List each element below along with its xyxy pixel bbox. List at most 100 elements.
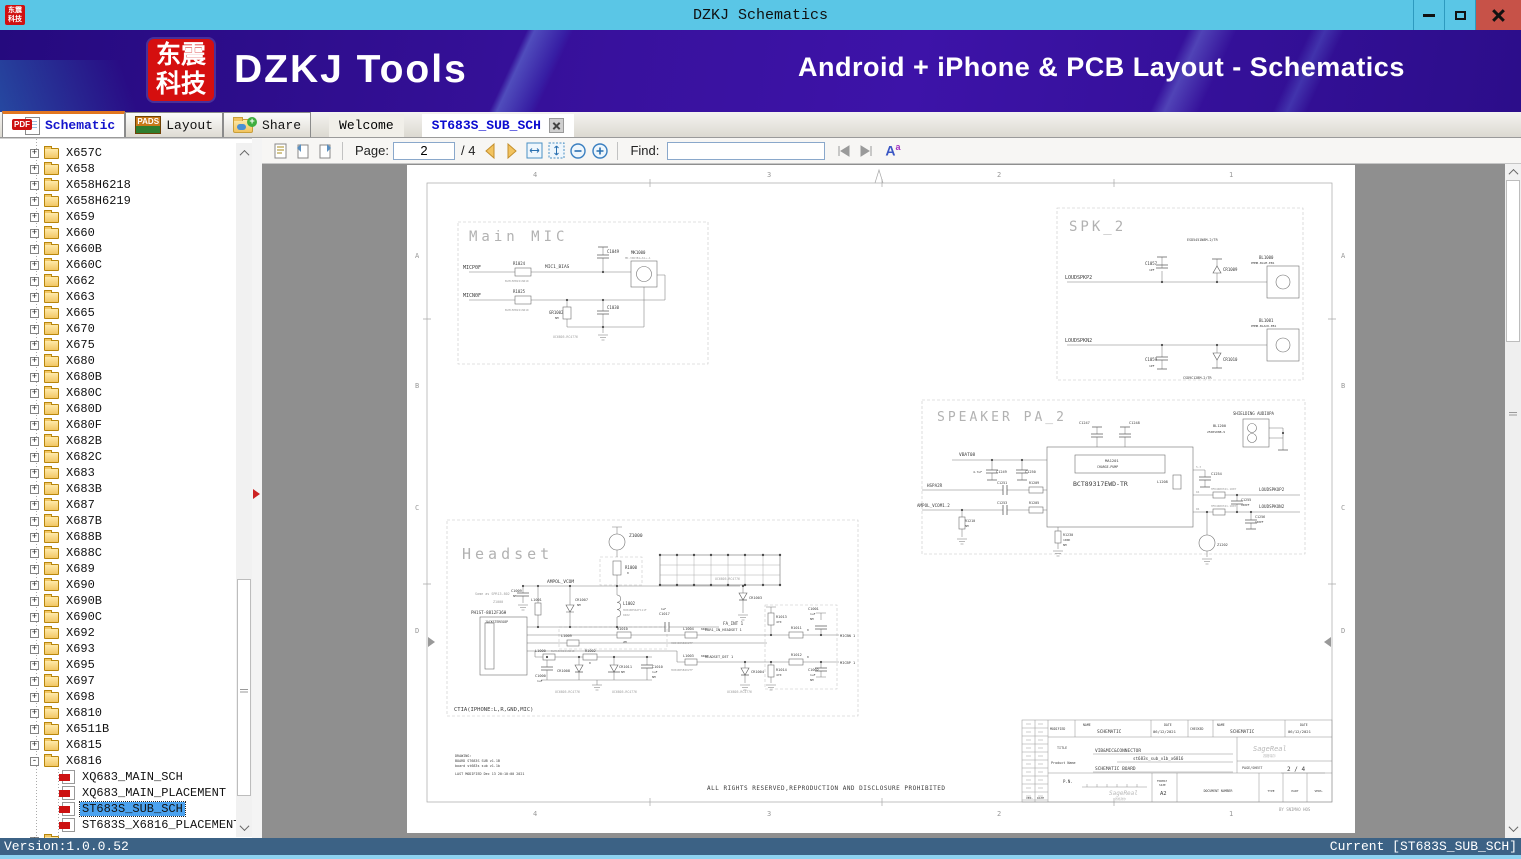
- find-input[interactable]: [667, 141, 826, 160]
- tree-expander-icon[interactable]: +: [30, 548, 39, 558]
- tree-expander-icon[interactable]: +: [30, 644, 39, 654]
- tree-expander-icon[interactable]: -: [30, 756, 39, 766]
- font-settings-icon[interactable]: Aa: [885, 142, 900, 159]
- tree-item[interactable]: + X662: [0, 273, 236, 289]
- tree-item[interactable]: + X663: [0, 289, 236, 305]
- tree-item[interactable]: + X682C: [0, 449, 236, 465]
- tree-expander-icon[interactable]: +: [30, 260, 39, 270]
- tree-expander-icon[interactable]: +: [30, 404, 39, 414]
- tree-item[interactable]: + X658H6218: [0, 177, 236, 193]
- tree-scrollbar-thumb[interactable]: [237, 579, 251, 796]
- tree-item[interactable]: + X692: [0, 625, 236, 641]
- tree-expander-icon[interactable]: +: [30, 580, 39, 590]
- tree-item[interactable]: ST683S_SUB_SCH: [0, 801, 236, 817]
- close-button[interactable]: [1475, 0, 1521, 30]
- fit-page-button[interactable]: [545, 140, 567, 162]
- tree-expander-icon[interactable]: +: [30, 372, 39, 382]
- tree-expander-icon[interactable]: +: [30, 180, 39, 190]
- tree-expander-icon[interactable]: +: [30, 324, 39, 334]
- tree-expander-icon[interactable]: +: [30, 356, 39, 366]
- tree-expander-icon[interactable]: +: [30, 596, 39, 606]
- panel-splitter[interactable]: [252, 138, 262, 838]
- tree-item[interactable]: + X6810: [0, 705, 236, 721]
- tree-expander-icon[interactable]: +: [30, 212, 39, 222]
- tree-expander-icon[interactable]: +: [30, 292, 39, 302]
- tab-schematic[interactable]: PDF Schematic: [2, 111, 126, 137]
- previous-page-button[interactable]: [479, 140, 501, 162]
- tree-item[interactable]: + X697: [0, 673, 236, 689]
- tree-item[interactable]: + X689: [0, 561, 236, 577]
- tree-expander-icon[interactable]: +: [30, 468, 39, 478]
- tree-item[interactable]: + X690C: [0, 609, 236, 625]
- tab-welcome[interactable]: Welcome: [329, 114, 404, 137]
- tree-item[interactable]: XQ683_MAIN_PLACEMENT: [0, 785, 236, 801]
- tree-item[interactable]: + X683: [0, 465, 236, 481]
- tree-expander-icon[interactable]: +: [30, 692, 39, 702]
- fit-width-button[interactable]: [523, 140, 545, 162]
- tree-expander-icon[interactable]: +: [30, 740, 39, 750]
- tree-expander-icon[interactable]: +: [30, 452, 39, 462]
- tree-expander-icon[interactable]: +: [30, 724, 39, 734]
- tree-expander-icon[interactable]: +: [30, 276, 39, 286]
- tab-share[interactable]: + Share: [223, 112, 312, 137]
- tree-item[interactable]: + X693: [0, 641, 236, 657]
- tab-close-icon[interactable]: [548, 118, 564, 133]
- zoom-in-button[interactable]: [589, 140, 611, 162]
- tree-expander-icon[interactable]: +: [30, 676, 39, 686]
- tree-item[interactable]: + X690B: [0, 593, 236, 609]
- tree-scroll-down-icon[interactable]: [236, 819, 252, 835]
- tree-item[interactable]: XQ683_MAIN_SCH: [0, 769, 236, 785]
- tree-expander-icon[interactable]: +: [30, 532, 39, 542]
- tree-item[interactable]: + X6815: [0, 737, 236, 753]
- tree-expander-icon[interactable]: +: [30, 164, 39, 174]
- tree-item[interactable]: + X687: [0, 497, 236, 513]
- tree-expander-icon[interactable]: +: [30, 308, 39, 318]
- tree-item[interactable]: - X6816: [0, 753, 236, 769]
- tree-expander-icon[interactable]: +: [30, 244, 39, 254]
- tree-expander-icon[interactable]: +: [30, 612, 39, 622]
- tree-item[interactable]: + X658: [0, 161, 236, 177]
- tree-expander-icon[interactable]: +: [30, 196, 39, 206]
- tree-scroll-up-icon[interactable]: [236, 145, 252, 161]
- tree-item[interactable]: + X660: [0, 225, 236, 241]
- pdf-viewer[interactable]: 4 3 2 1 4 3 2 1 A B C D A B C D Main MIC MICP0F MICN0F R102…: [262, 164, 1521, 838]
- page-number-input[interactable]: [392, 141, 455, 160]
- tree-item[interactable]: + X682B: [0, 433, 236, 449]
- tree-item[interactable]: + X687B: [0, 513, 236, 529]
- tree-item[interactable]: + X680F: [0, 417, 236, 433]
- tree-item[interactable]: + X680: [0, 353, 236, 369]
- tree-expander-icon[interactable]: +: [30, 228, 39, 238]
- tree-item[interactable]: + X659: [0, 209, 236, 225]
- tree-item[interactable]: ST683S_X6816_PLACEMENT: [0, 817, 240, 833]
- viewer-scroll-down-icon[interactable]: [1505, 820, 1521, 836]
- tree-item[interactable]: + X680C: [0, 385, 236, 401]
- tree-expander-icon[interactable]: +: [30, 500, 39, 510]
- find-next-button[interactable]: [855, 140, 877, 162]
- tree-expander-icon[interactable]: +: [30, 660, 39, 670]
- tree-expander-icon[interactable]: +: [30, 420, 39, 430]
- tree-item[interactable]: + X657C: [0, 145, 236, 161]
- tree-expander-icon[interactable]: +: [30, 484, 39, 494]
- tree-item[interactable]: + X690: [0, 577, 236, 593]
- tree-item[interactable]: + X683B: [0, 481, 236, 497]
- rotate-right-button[interactable]: [314, 140, 336, 162]
- tree-expander-icon[interactable]: +: [30, 516, 39, 526]
- tab-layout[interactable]: PADS Layout: [125, 112, 224, 137]
- copy-page-button[interactable]: [270, 140, 292, 162]
- minimize-button[interactable]: [1413, 0, 1444, 30]
- tree-expander-icon[interactable]: +: [30, 388, 39, 398]
- tree-expander-icon[interactable]: +: [30, 708, 39, 718]
- tree-item[interactable]: + X665: [0, 305, 236, 321]
- tree-scrollbar[interactable]: [236, 143, 252, 837]
- tree-expander-icon[interactable]: +: [30, 148, 39, 158]
- tree-item[interactable]: + X688C: [0, 545, 236, 561]
- viewer-scroll-up-icon[interactable]: [1505, 164, 1521, 180]
- next-page-button[interactable]: [501, 140, 523, 162]
- maximize-button[interactable]: [1444, 0, 1475, 30]
- tree-expander-icon[interactable]: +: [30, 564, 39, 574]
- tree-expander-icon[interactable]: +: [30, 340, 39, 350]
- viewer-scrollbar[interactable]: [1505, 164, 1521, 838]
- tree-item[interactable]: + X675: [0, 337, 236, 353]
- tree-item[interactable]: + X670: [0, 321, 236, 337]
- rotate-left-button[interactable]: [292, 140, 314, 162]
